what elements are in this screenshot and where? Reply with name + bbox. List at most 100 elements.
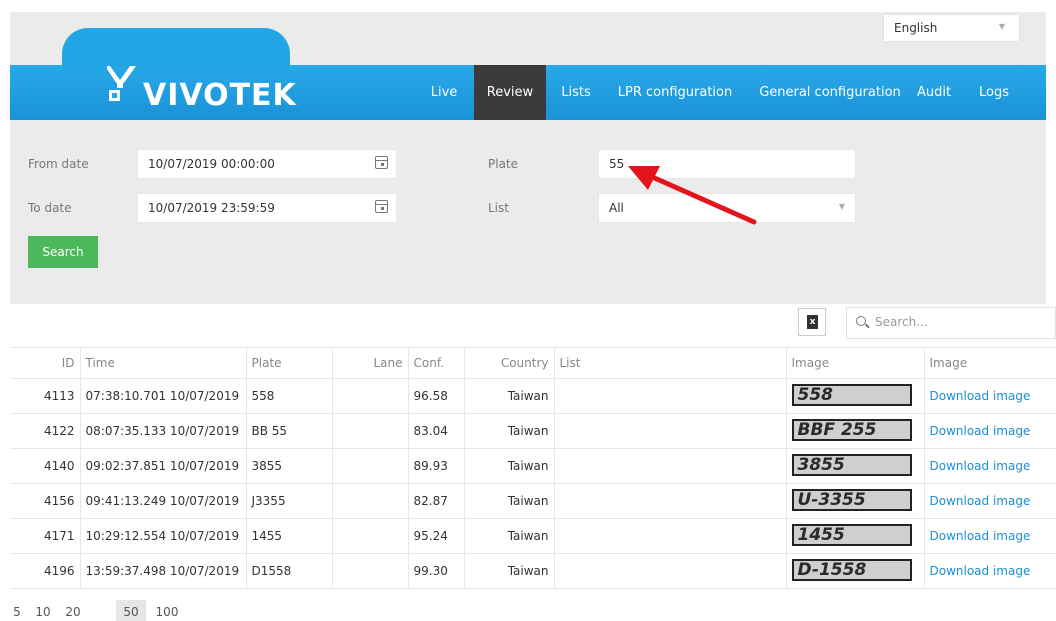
- cell-plate: BB 55: [245, 413, 332, 449]
- chevron-down-icon: ▼: [838, 202, 845, 211]
- cell-lane: [331, 378, 408, 414]
- col-time[interactable]: Time: [79, 347, 246, 379]
- to-date-value: 10/07/2019 23:59:59: [148, 201, 275, 215]
- cell-conf: 83.04: [407, 413, 464, 449]
- download-image-link[interactable]: Download image: [930, 459, 1031, 473]
- cell-country: Taiwan: [463, 448, 554, 484]
- col-plate[interactable]: Plate: [245, 347, 332, 379]
- nav-review[interactable]: Review: [474, 65, 546, 120]
- table-search-input[interactable]: Search...: [846, 307, 1056, 339]
- excel-export-icon: x: [807, 315, 818, 329]
- download-image-link[interactable]: Download image: [930, 564, 1031, 578]
- cell-list: [553, 448, 786, 484]
- to-date-field[interactable]: 10/07/2019 23:59:59: [137, 193, 397, 223]
- nav-audit[interactable]: Audit: [910, 65, 958, 120]
- col-lane[interactable]: Lane: [331, 347, 408, 379]
- col-image-download[interactable]: Image: [923, 347, 1056, 379]
- cell-download: Download image: [923, 518, 1056, 554]
- annotation-arrow-icon: [628, 166, 757, 225]
- page-size-100[interactable]: 100: [150, 600, 184, 621]
- table-row[interactable]: 4113 07:38:10.701 10/07/2019 558 96.58 T…: [10, 378, 1056, 414]
- cell-lane: [331, 483, 408, 519]
- nav-lists[interactable]: Lists: [555, 65, 597, 120]
- cell-conf: 82.87: [407, 483, 464, 519]
- col-conf[interactable]: Conf.: [407, 347, 464, 379]
- plate-image[interactable]: 1455: [791, 523, 912, 546]
- nav-logs[interactable]: Logs: [968, 65, 1020, 120]
- cell-country: Taiwan: [463, 518, 554, 554]
- cell-image: U-3355: [785, 483, 924, 519]
- cell-time: 09:02:37.851 10/07/2019: [79, 448, 246, 484]
- brand-name: VIVOTEK: [143, 78, 297, 113]
- plate-image[interactable]: 3855: [791, 453, 912, 476]
- cell-country: Taiwan: [463, 483, 554, 519]
- cell-plate: D1558: [245, 553, 332, 589]
- page-size-10[interactable]: 10: [32, 600, 54, 621]
- col-country[interactable]: Country: [463, 347, 554, 379]
- table-row[interactable]: 4196 13:59:37.498 10/07/2019 D1558 99.30…: [10, 553, 1056, 589]
- nav-general-configuration[interactable]: General configuration: [750, 65, 910, 120]
- col-image[interactable]: Image: [785, 347, 924, 379]
- cell-country: Taiwan: [463, 378, 554, 414]
- cell-time: 09:41:13.249 10/07/2019: [79, 483, 246, 519]
- col-id[interactable]: ID: [10, 347, 80, 379]
- table-row[interactable]: 4122 08:07:35.133 10/07/2019 BB 55 83.04…: [10, 413, 1056, 449]
- cell-plate: 1455: [245, 518, 332, 554]
- cell-id: 4171: [10, 518, 80, 554]
- page-size-5[interactable]: 5: [10, 600, 24, 621]
- cell-image: 1455: [785, 518, 924, 554]
- cell-download: Download image: [923, 413, 1056, 449]
- cell-conf: 96.58: [407, 378, 464, 414]
- to-date-label: To date: [28, 201, 72, 215]
- cell-time: 07:38:10.701 10/07/2019: [79, 378, 246, 414]
- cell-list: [553, 553, 786, 589]
- brand-logo: VIVOTEK: [107, 52, 297, 113]
- page-size-50[interactable]: 50: [116, 600, 146, 621]
- language-value: English: [894, 21, 938, 35]
- cell-image: 558: [785, 378, 924, 414]
- table-search-placeholder: Search...: [875, 315, 928, 329]
- search-icon: [856, 316, 866, 326]
- download-image-link[interactable]: Download image: [930, 494, 1031, 508]
- export-excel-button[interactable]: x: [798, 308, 826, 336]
- cell-lane: [331, 553, 408, 589]
- cell-download: Download image: [923, 483, 1056, 519]
- calendar-icon[interactable]: [375, 200, 388, 213]
- cell-lane: [331, 413, 408, 449]
- nav-lpr-configuration[interactable]: LPR configuration: [606, 65, 744, 120]
- plate-image[interactable]: BBF 255: [791, 418, 912, 441]
- chevron-down-icon: ▼: [998, 22, 1005, 31]
- download-image-link[interactable]: Download image: [930, 529, 1031, 543]
- page-size-20[interactable]: 20: [62, 600, 84, 621]
- language-select[interactable]: English ▼: [883, 14, 1020, 42]
- search-button[interactable]: Search: [28, 236, 98, 268]
- table-row[interactable]: 4156 09:41:13.249 10/07/2019 J3355 82.87…: [10, 483, 1056, 519]
- calendar-icon[interactable]: [375, 156, 388, 169]
- cell-download: Download image: [923, 448, 1056, 484]
- lpr-review-page: English ▼ VIVOTEK Live Review Lists LPR …: [0, 0, 1056, 621]
- plate-image[interactable]: U-3355: [791, 488, 912, 511]
- from-date-field[interactable]: 10/07/2019 00:00:00: [137, 149, 397, 179]
- plate-image[interactable]: 558: [791, 383, 912, 406]
- plate-image[interactable]: D-1558: [791, 558, 912, 581]
- cell-time: 08:07:35.133 10/07/2019: [79, 413, 246, 449]
- from-date-value: 10/07/2019 00:00:00: [148, 157, 275, 171]
- from-date-label: From date: [28, 157, 89, 171]
- results-table: ID Time Plate Lane Conf. Country List Im…: [10, 347, 1056, 589]
- cell-list: [553, 413, 786, 449]
- cell-time: 13:59:37.498 10/07/2019: [79, 553, 246, 589]
- cell-plate: 3855: [245, 448, 332, 484]
- table-row[interactable]: 4171 10:29:12.554 10/07/2019 1455 95.24 …: [10, 518, 1056, 554]
- nav-live[interactable]: Live: [421, 65, 467, 120]
- download-image-link[interactable]: Download image: [930, 424, 1031, 438]
- cell-time: 10:29:12.554 10/07/2019: [79, 518, 246, 554]
- cell-country: Taiwan: [463, 413, 554, 449]
- download-image-link[interactable]: Download image: [930, 389, 1031, 403]
- cell-list: [553, 378, 786, 414]
- table-row[interactable]: 4140 09:02:37.851 10/07/2019 3855 89.93 …: [10, 448, 1056, 484]
- col-list[interactable]: List: [553, 347, 786, 379]
- cell-list: [553, 483, 786, 519]
- cell-lane: [331, 518, 408, 554]
- cell-plate: 558: [245, 378, 332, 414]
- cell-id: 4122: [10, 413, 80, 449]
